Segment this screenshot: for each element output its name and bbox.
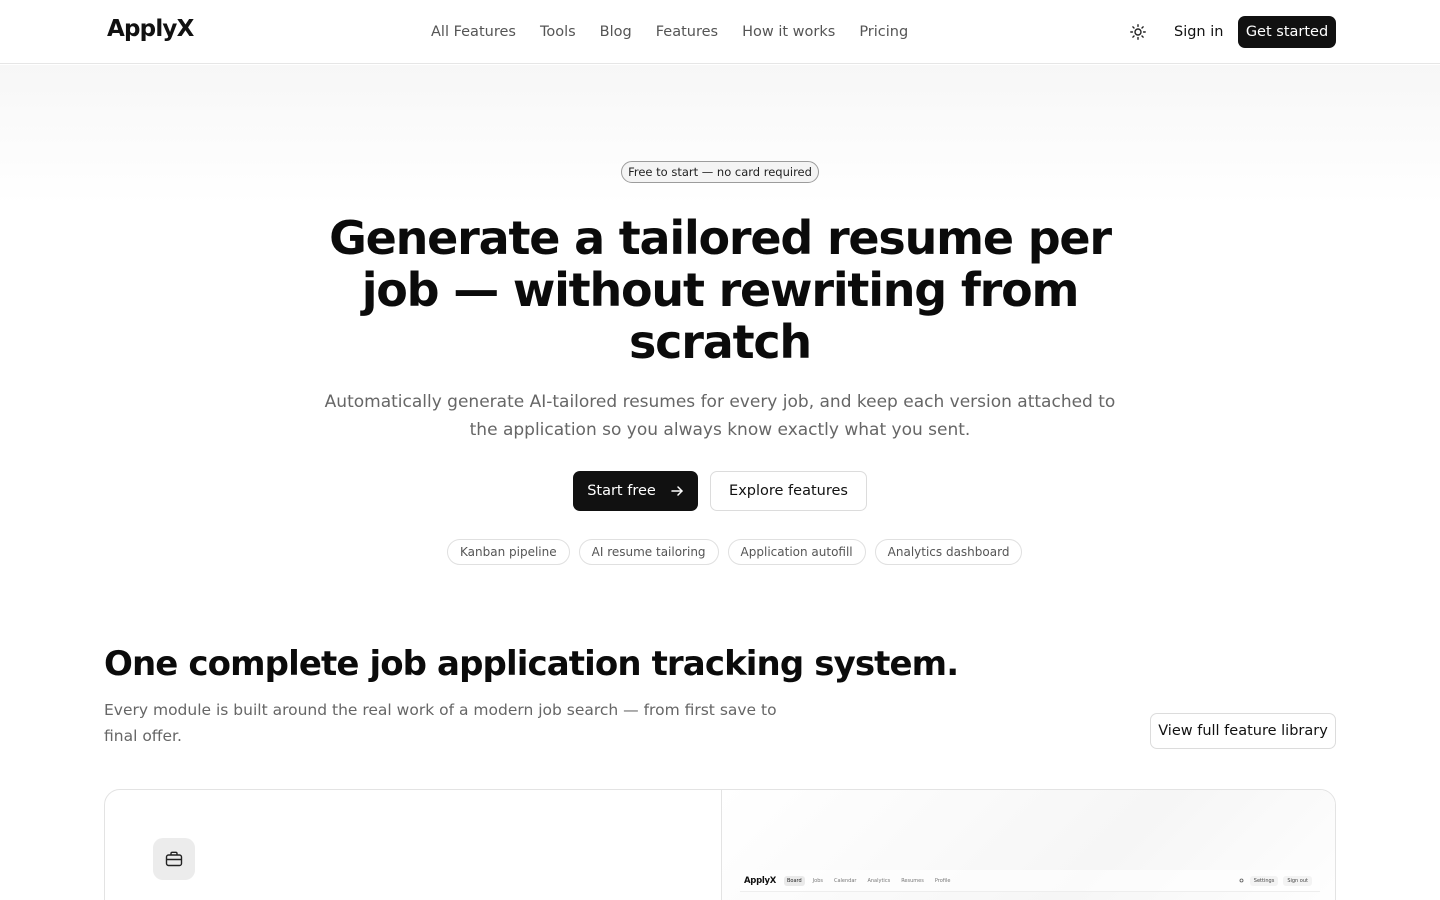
site-header: ApplyX All Features Tools Blog Features … [0, 0, 1440, 64]
preview-actions: Settings Sign out [1238, 875, 1312, 886]
nav-tools[interactable]: Tools [540, 20, 576, 44]
start-free-label: Start free [587, 483, 656, 499]
preview-nav-profile: Profile [934, 877, 951, 884]
theme-toggle-button[interactable] [1126, 20, 1150, 44]
hero-background [0, 65, 1440, 205]
start-free-button[interactable]: Start free [573, 471, 698, 511]
preview-nav-jobs: Jobs [812, 877, 823, 884]
view-feature-library-button[interactable]: View full feature library [1150, 713, 1336, 749]
briefcase-icon [165, 851, 183, 867]
card-icon-tile [153, 838, 195, 880]
preview-settings: Settings [1249, 875, 1279, 886]
preview-app-bar: ApplyX Board Jobs Calendar Analytics Res… [740, 870, 1320, 892]
preview-nav-analytics: Analytics [867, 877, 891, 884]
preview-sun-icon [1239, 878, 1244, 883]
feature-chips: Kanban pipeline AI resume tailoring Appl… [447, 539, 1023, 565]
nav-blog[interactable]: Blog [600, 20, 632, 44]
chip-analytics[interactable]: Analytics dashboard [874, 539, 1023, 565]
chip-autofill[interactable]: Application autofill [727, 539, 866, 565]
hero-subtitle: Automatically generate AI-tailored resum… [324, 392, 1116, 440]
nav-features[interactable]: Features [656, 20, 718, 44]
preview-signout: Sign out [1283, 875, 1312, 886]
sign-in-link[interactable]: Sign in [1174, 20, 1223, 44]
nav-pricing[interactable]: Pricing [859, 20, 908, 44]
chip-ai-resume[interactable]: AI resume tailoring [578, 539, 719, 565]
nav-how-it-works[interactable]: How it works [742, 20, 835, 44]
free-badge: Free to start — no card required [621, 161, 819, 183]
preview-logo: ApplyX [744, 875, 776, 886]
nav-all-features[interactable]: All Features [431, 20, 516, 44]
preview-nav: Board Jobs Calendar Analytics Resumes Pr… [783, 875, 953, 886]
preview-nav-calendar: Calendar [833, 877, 857, 884]
arrow-right-icon [671, 486, 683, 496]
get-started-button[interactable]: Get started [1238, 16, 1336, 48]
section-title: One complete job application tracking sy… [104, 644, 959, 684]
explore-features-button[interactable]: Explore features [710, 471, 867, 511]
section-subtitle: Every module is built around the real wo… [104, 701, 777, 745]
feature-card: ApplyX Board Jobs Calendar Analytics Res… [104, 789, 1336, 900]
chip-kanban[interactable]: Kanban pipeline [447, 539, 570, 565]
app-preview: ApplyX Board Jobs Calendar Analytics Res… [722, 790, 1335, 900]
hero-title: Generate a tailored resume per job — wit… [329, 211, 1112, 369]
main-nav: All Features Tools Blog Features How it … [431, 20, 908, 44]
logo[interactable]: ApplyX [107, 14, 194, 44]
preview-nav-board: Board [783, 875, 805, 886]
preview-nav-resumes: Resumes [901, 877, 924, 884]
sun-icon [1130, 24, 1146, 40]
